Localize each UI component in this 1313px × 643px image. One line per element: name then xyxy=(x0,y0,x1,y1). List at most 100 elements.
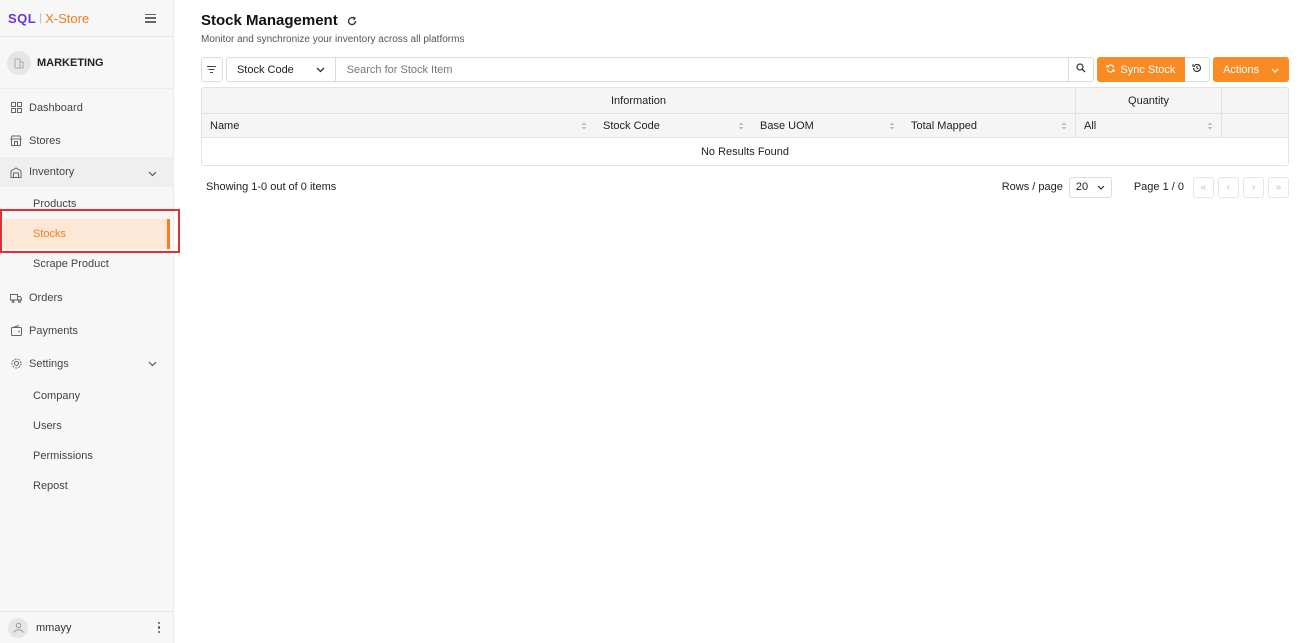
group-information: Information xyxy=(202,88,1076,113)
more-options-icon[interactable] xyxy=(157,621,160,634)
sidebar-item-orders[interactable]: Orders xyxy=(0,281,173,314)
org-name: MARKETING xyxy=(37,56,104,69)
column-stock-code[interactable]: Stock Code xyxy=(595,114,752,137)
filter-icon xyxy=(207,64,217,76)
user-avatar-icon xyxy=(8,617,28,638)
sidebar-nav: Dashboard Stores Inventory Products Stoc… xyxy=(0,91,173,501)
empty-state: No Results Found xyxy=(700,145,790,158)
sidebar-item-inventory[interactable]: Inventory xyxy=(0,157,173,187)
toolbar: Stock Code Sync Stock Actions xyxy=(201,57,1290,82)
chevron-down-icon xyxy=(148,168,157,180)
stock-table: Information Quantity Name Stock Code Bas… xyxy=(201,87,1289,166)
refresh-icon[interactable] xyxy=(347,15,357,26)
user-name: mmayy xyxy=(36,621,72,634)
rows-per-page-select[interactable]: 20 xyxy=(1068,176,1112,198)
search-field-value: Stock Code xyxy=(236,63,294,76)
column-total-mapped[interactable]: Total Mapped xyxy=(903,114,1076,137)
column-all[interactable]: All xyxy=(1076,114,1222,137)
sidebar: SQL | X-Store MARKETING Dashboard Stores xyxy=(0,0,174,643)
truck-icon xyxy=(10,292,22,304)
brand-separator: | xyxy=(39,12,43,24)
sync-history-button[interactable] xyxy=(1185,57,1211,82)
next-page-button[interactable]: › xyxy=(1243,176,1264,198)
chevron-left-icon: ‹ xyxy=(1226,181,1231,193)
search-icon xyxy=(1075,63,1086,76)
gear-icon xyxy=(10,358,22,370)
group-quantity: Quantity xyxy=(1076,88,1222,113)
user-bar: mmayy xyxy=(0,611,174,643)
column-base-uom[interactable]: Base UOM xyxy=(752,114,903,137)
sidebar-subitem-company[interactable]: Company xyxy=(0,381,173,411)
column-label: Stock Code xyxy=(603,119,660,132)
first-page-button[interactable]: « xyxy=(1193,176,1214,198)
actions-button[interactable]: Actions xyxy=(1213,57,1290,82)
sidebar-item-label: Orders xyxy=(29,291,63,304)
search-button[interactable] xyxy=(1068,57,1094,82)
sidebar-subitem-stocks[interactable]: Stocks xyxy=(3,219,170,249)
sidebar-item-dashboard[interactable]: Dashboard xyxy=(0,91,173,124)
chevron-down-icon xyxy=(316,64,325,76)
sort-icon xyxy=(1061,122,1067,130)
filter-button[interactable] xyxy=(201,57,223,82)
menu-toggle-icon[interactable] xyxy=(145,13,156,23)
column-label: Total Mapped xyxy=(911,119,978,132)
brand-xstore: X-Store xyxy=(45,10,90,26)
chevron-down-icon xyxy=(148,358,157,370)
sidebar-item-payments[interactable]: Payments xyxy=(0,314,173,347)
dashboard-icon xyxy=(10,102,22,114)
store-icon xyxy=(10,135,22,147)
sidebar-subitem-users[interactable]: Users xyxy=(0,411,173,441)
page-title: Stock Management xyxy=(201,12,338,29)
search-input[interactable] xyxy=(335,57,1069,82)
sidebar-item-label: Payments xyxy=(29,324,78,337)
rows-per-page-label: Rows / page xyxy=(1001,181,1063,193)
page-indicator: Page 1 / 0 xyxy=(1133,181,1184,193)
double-chevron-right-icon: » xyxy=(1275,181,1282,193)
sidebar-item-settings[interactable]: Settings xyxy=(0,347,173,380)
sort-icon xyxy=(1207,122,1213,130)
last-page-button[interactable]: » xyxy=(1268,176,1289,198)
sidebar-subitem-scrape-product[interactable]: Scrape Product xyxy=(0,249,173,279)
double-chevron-left-icon: « xyxy=(1200,181,1207,193)
sort-icon xyxy=(738,122,744,130)
sidebar-subitem-repost[interactable]: Repost xyxy=(0,471,173,501)
column-label: All xyxy=(1084,119,1097,132)
page-subtitle: Monitor and synchronize your inventory a… xyxy=(201,34,465,45)
sort-icon xyxy=(581,122,587,130)
table-group-header: Information Quantity xyxy=(202,88,1288,114)
sidebar-item-label: Dashboard xyxy=(29,101,83,114)
sidebar-item-label: Inventory xyxy=(29,166,75,178)
column-label: Name xyxy=(210,119,240,132)
wallet-icon xyxy=(10,325,22,337)
sidebar-item-label: Settings xyxy=(29,357,69,370)
rows-per-page-value: 20 xyxy=(1075,181,1089,193)
brand-logo[interactable]: SQL | X-Store xyxy=(8,11,89,26)
sync-icon xyxy=(1106,63,1116,76)
pagination: Rows / page 20 Page 1 / 0 « ‹ › » xyxy=(1001,176,1289,198)
search-field-select[interactable]: Stock Code xyxy=(225,57,336,82)
sidebar-subitem-permissions[interactable]: Permissions xyxy=(0,441,173,471)
title-row: Stock Management xyxy=(201,12,357,29)
sync-stock-button[interactable]: Sync Stock xyxy=(1096,57,1186,82)
sidebar-item-stores[interactable]: Stores xyxy=(0,124,173,157)
column-spacer xyxy=(1222,114,1288,137)
sync-stock-label: Sync Stock xyxy=(1120,63,1176,76)
sort-icon xyxy=(889,122,895,130)
warehouse-icon xyxy=(10,166,22,178)
history-icon xyxy=(1192,63,1202,76)
prev-page-button[interactable]: ‹ xyxy=(1218,176,1239,198)
actions-label: Actions xyxy=(1223,63,1260,76)
sidebar-item-label: Stores xyxy=(29,134,61,147)
chevron-down-icon xyxy=(1271,64,1279,76)
chevron-right-icon: › xyxy=(1251,181,1256,193)
org-switcher[interactable]: MARKETING xyxy=(0,37,173,89)
table-footer: Showing 1-0 out of 0 items Rows / page 2… xyxy=(201,176,1289,198)
sidebar-subitem-products[interactable]: Products xyxy=(0,189,173,219)
column-name[interactable]: Name xyxy=(202,114,595,137)
logo-bar: SQL | X-Store xyxy=(0,0,173,37)
brand-sql: SQL xyxy=(8,10,37,26)
building-icon xyxy=(7,50,31,75)
showing-count: Showing 1-0 out of 0 items xyxy=(206,181,337,193)
table-column-header: Name Stock Code Base UOM Total Mapped Al… xyxy=(202,114,1288,138)
